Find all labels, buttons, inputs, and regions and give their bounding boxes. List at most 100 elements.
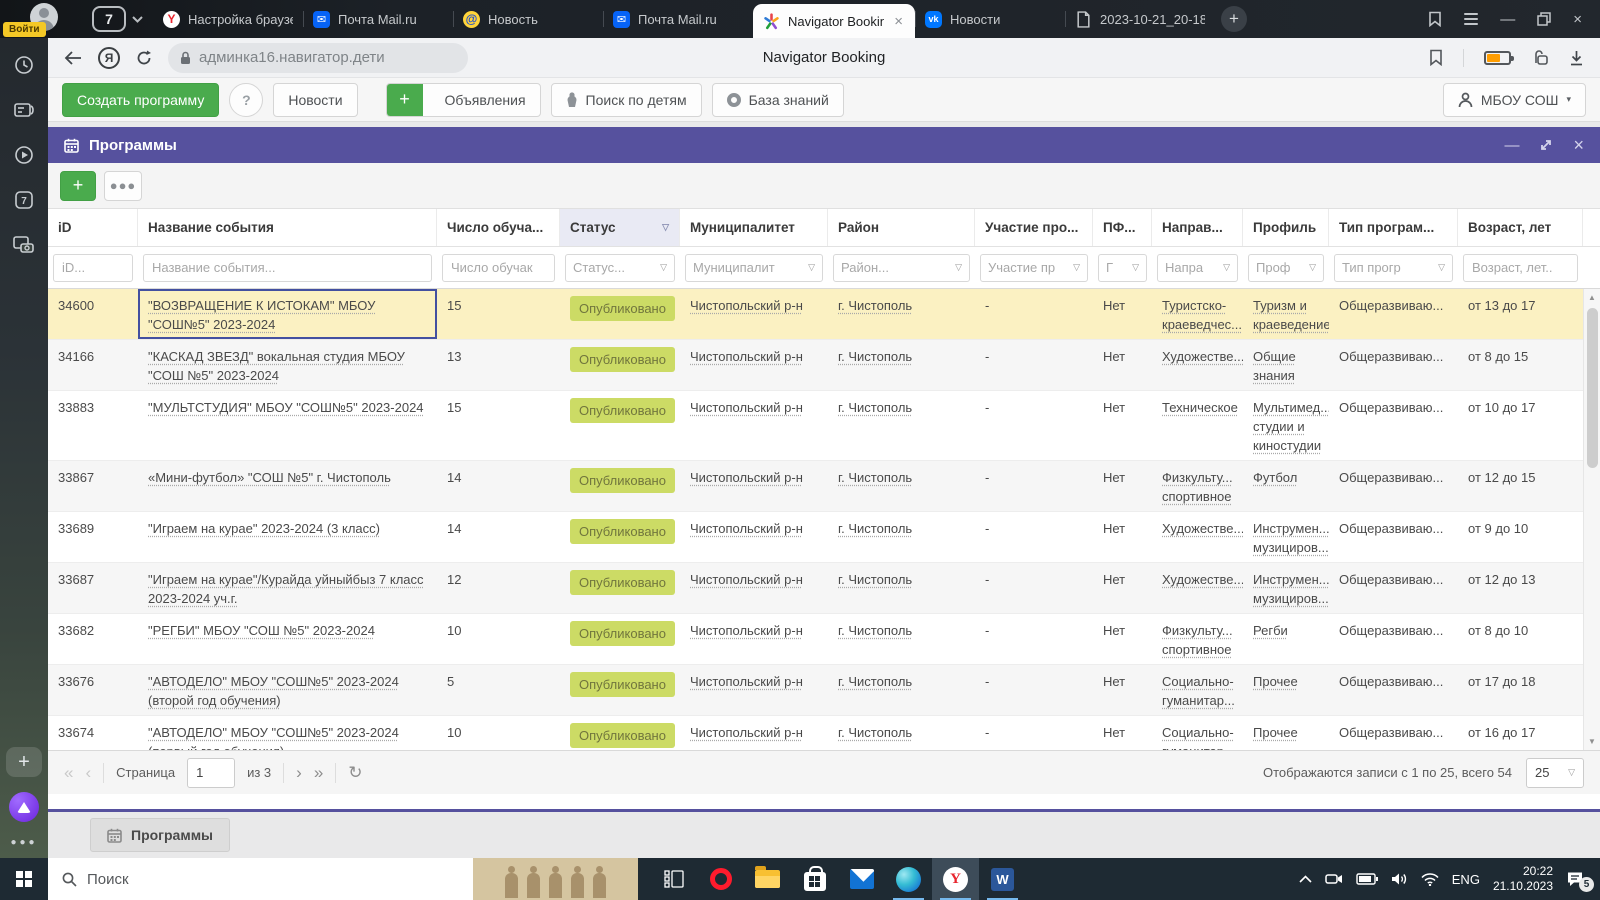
screenshot-icon[interactable] bbox=[13, 234, 35, 256]
extensions-icon[interactable] bbox=[1531, 50, 1549, 66]
reload-icon[interactable] bbox=[136, 50, 152, 66]
window-titlebar[interactable]: Программы — × bbox=[48, 127, 1600, 163]
table-row[interactable]: 33689 "Играем на курае" 2023-2024 (3 кла… bbox=[48, 512, 1600, 563]
column-filter-select[interactable]: Муниципалит ▽ bbox=[685, 254, 823, 282]
feed-icon[interactable] bbox=[13, 99, 35, 121]
cell-event-name[interactable]: «Мини-футбол» "СОШ №5" г. Чистополь bbox=[138, 461, 437, 511]
tab-vk-news[interactable]: vk Новости bbox=[915, 0, 1065, 38]
cell-direction[interactable]: Социально- гуманитар... bbox=[1152, 665, 1243, 715]
address-bar[interactable]: админка16.навигатор.дети bbox=[168, 43, 468, 73]
tab-counter[interactable]: 7 bbox=[92, 6, 143, 32]
opera-icon[interactable] bbox=[697, 858, 744, 900]
taskbar-search[interactable]: Поиск bbox=[48, 858, 638, 900]
cell-event-name[interactable]: "АВТОДЕЛО" МБОУ "СОШ№5" 2023-2024 (первы… bbox=[138, 716, 437, 750]
cell-direction[interactable]: Физкульту... спортивное bbox=[1152, 461, 1243, 511]
cell-profile[interactable]: Инструмен... музициров... bbox=[1243, 563, 1329, 613]
video-icon[interactable] bbox=[13, 144, 35, 166]
cell-district[interactable]: г. Чистополь bbox=[828, 716, 975, 750]
table-row[interactable]: 33867 «Мини-футбол» "СОШ №5" г. Чистопол… bbox=[48, 461, 1600, 512]
column-header[interactable]: Статус ▽ bbox=[560, 209, 680, 246]
cell-profile[interactable]: Туризм и краеведение bbox=[1243, 289, 1329, 339]
cell-municipality[interactable]: Чистопольский р-н bbox=[680, 391, 828, 460]
side-panel-icon[interactable] bbox=[1428, 11, 1442, 27]
sidebar-add-button[interactable]: + bbox=[6, 747, 42, 777]
edge-icon[interactable] bbox=[885, 858, 932, 900]
cell-direction[interactable]: Техническое bbox=[1152, 391, 1243, 460]
minimize-window-icon[interactable]: — bbox=[1500, 11, 1515, 28]
cell-profile[interactable]: Мультимед... студии и киностудии bbox=[1243, 391, 1329, 460]
start-button[interactable] bbox=[0, 858, 48, 900]
table-row[interactable]: 33676 "АВТОДЕЛО" МБОУ "СОШ№5" 2023-2024 … bbox=[48, 665, 1600, 716]
cell-municipality[interactable]: Чистопольский р-н bbox=[680, 461, 828, 511]
volume-icon[interactable] bbox=[1391, 872, 1408, 886]
cell-municipality[interactable]: Чистопольский р-н bbox=[680, 665, 828, 715]
cell-district[interactable]: г. Чистополь bbox=[828, 340, 975, 390]
add-record-button[interactable]: + bbox=[60, 171, 96, 201]
task-view-button[interactable] bbox=[650, 858, 697, 900]
tab-news-1[interactable]: @ Новость bbox=[453, 0, 603, 38]
cell-direction[interactable]: Туристско-краеведчес... bbox=[1152, 289, 1243, 339]
column-header[interactable]: iD ▽ bbox=[48, 209, 138, 246]
create-program-button[interactable]: Создать программу bbox=[62, 83, 219, 117]
cell-profile[interactable]: Регби bbox=[1243, 614, 1329, 664]
cell-event-name[interactable]: "ВОЗВРАЩЕНИЕ К ИСТОКАМ" МБОУ "СОШ№5" 202… bbox=[138, 289, 437, 339]
column-filter-select[interactable]: Проф ▽ bbox=[1248, 254, 1324, 282]
cell-profile[interactable]: Прочее bbox=[1243, 716, 1329, 750]
column-header[interactable]: Район ▽ bbox=[828, 209, 975, 246]
cell-direction[interactable]: Физкульту... спортивное bbox=[1152, 614, 1243, 664]
tabs-panel-icon[interactable]: 7 bbox=[13, 189, 35, 211]
vertical-scrollbar[interactable]: ▲ ▼ bbox=[1583, 289, 1600, 750]
tab-mailru-2[interactable]: ✉ Почта Mail.ru bbox=[603, 0, 753, 38]
column-filter-input[interactable] bbox=[1463, 254, 1578, 282]
column-header[interactable]: Участие про... ▽ bbox=[975, 209, 1093, 246]
hidden-icons-chevron[interactable] bbox=[1299, 875, 1312, 883]
cell-district[interactable]: г. Чистополь bbox=[828, 289, 975, 339]
column-header[interactable]: Тип програм... ▽ bbox=[1329, 209, 1458, 246]
search-decoration-image[interactable] bbox=[473, 858, 638, 900]
table-row[interactable]: 34166 "КАСКАД ЗВЕЗД" вокальная студия МБ… bbox=[48, 340, 1600, 391]
clock[interactable]: 20:22 21.10.2023 bbox=[1493, 864, 1553, 894]
cell-district[interactable]: г. Чистополь bbox=[828, 563, 975, 613]
sidebar-more-icon[interactable]: ●●● bbox=[10, 837, 37, 848]
cell-direction[interactable]: Социально- гуманитар... bbox=[1152, 716, 1243, 750]
cell-event-name[interactable]: "РЕГБИ" МБОУ "СОШ №5" 2023-2024 bbox=[138, 614, 437, 664]
page-size-select[interactable]: 25 ▽ bbox=[1526, 758, 1584, 788]
column-header[interactable]: Возраст, лет ▽ bbox=[1458, 209, 1583, 246]
menu-icon[interactable] bbox=[1464, 13, 1478, 25]
cell-municipality[interactable]: Чистопольский р-н bbox=[680, 716, 828, 750]
cell-direction[interactable]: Художестве... bbox=[1152, 512, 1243, 562]
cell-district[interactable]: г. Чистополь bbox=[828, 512, 975, 562]
column-filter-select[interactable]: Напра ▽ bbox=[1157, 254, 1238, 282]
tab-mailru-1[interactable]: ✉ Почта Mail.ru bbox=[303, 0, 453, 38]
child-search-button[interactable]: Поиск по детям bbox=[551, 83, 702, 117]
cell-district[interactable]: г. Чистополь bbox=[828, 665, 975, 715]
wifi-icon[interactable] bbox=[1421, 873, 1439, 886]
restore-window-icon[interactable] bbox=[1537, 12, 1551, 26]
file-explorer-icon[interactable] bbox=[744, 858, 791, 900]
programs-task-button[interactable]: Программы bbox=[90, 818, 230, 852]
cell-event-name[interactable]: "АВТОДЕЛО" МБОУ "СОШ№5" 2023-2024 (второ… bbox=[138, 665, 437, 715]
history-icon[interactable] bbox=[13, 54, 35, 76]
cell-municipality[interactable]: Чистопольский р-н bbox=[680, 614, 828, 664]
alice-assistant-icon[interactable] bbox=[9, 792, 39, 822]
downloads-icon[interactable] bbox=[1569, 50, 1584, 66]
column-header[interactable]: ПФ... ▽ bbox=[1093, 209, 1152, 246]
more-actions-button[interactable]: ●●● bbox=[104, 171, 142, 201]
table-row[interactable]: 33682 "РЕГБИ" МБОУ "СОШ №5" 2023-2024 10… bbox=[48, 614, 1600, 665]
cell-direction[interactable]: Художестве... bbox=[1152, 563, 1243, 613]
cell-event-name[interactable]: "Играем на курае" 2023-2024 (3 класс) bbox=[138, 512, 437, 562]
window-close-icon[interactable]: × bbox=[1573, 135, 1584, 156]
column-header[interactable]: Муниципалитет ▽ bbox=[680, 209, 828, 246]
cell-municipality[interactable]: Чистопольский р-н bbox=[680, 340, 828, 390]
tab-document[interactable]: 2023-10-21_20-18- bbox=[1065, 0, 1215, 38]
column-filter-input[interactable] bbox=[442, 254, 555, 282]
scroll-up-icon[interactable]: ▲ bbox=[1588, 289, 1596, 306]
announcements-button[interactable]: + Объявления bbox=[386, 83, 541, 117]
cell-profile[interactable]: Прочее bbox=[1243, 665, 1329, 715]
browser-profile[interactable]: Войти bbox=[0, 0, 64, 38]
column-filter-select[interactable]: Участие пр ▽ bbox=[980, 254, 1088, 282]
first-page-icon[interactable]: « bbox=[64, 764, 73, 781]
language-indicator[interactable]: ENG bbox=[1452, 872, 1480, 887]
column-filter-input[interactable] bbox=[53, 254, 133, 282]
account-button[interactable]: МБОУ СОШ ▾ bbox=[1443, 83, 1586, 117]
